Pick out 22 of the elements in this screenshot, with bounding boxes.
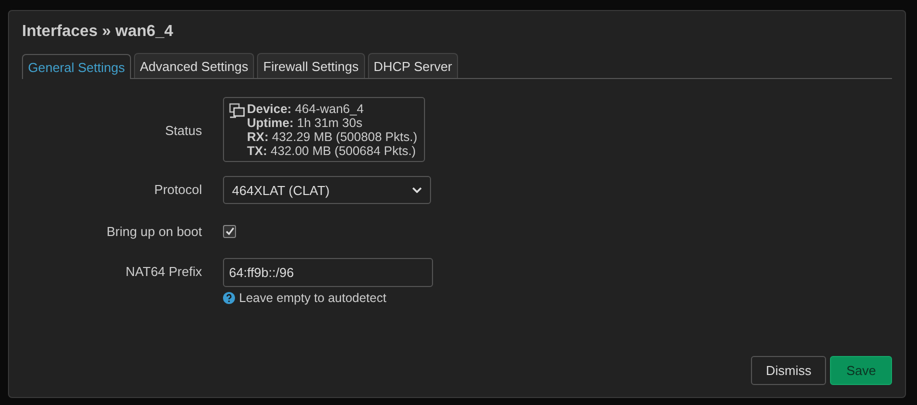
dialog-title: Interfaces » wan6_4: [22, 23, 174, 41]
status-line: Device: 464-wan6_4: [247, 102, 365, 116]
field-label: Bring up on boot: [106, 224, 202, 238]
dialog-button[interactable]: Dismiss: [750, 356, 826, 385]
hint-text: Leave empty to autodetect: [239, 291, 386, 305]
tab[interactable]: Advanced Settings: [134, 53, 254, 78]
status-line: RX: 432.29 MB (500808 Pkts.): [247, 130, 418, 144]
field-label: Protocol: [153, 182, 202, 196]
network-device-icon: [229, 103, 245, 119]
status-line: TX: 432.00 MB (500684 Pkts.): [247, 144, 417, 158]
field-label: NAT64 Prefix: [124, 263, 202, 279]
chevron-down-icon: [412, 187, 422, 193]
protocol-select[interactable]: 464XLAT (CLAT): [223, 176, 431, 204]
tab[interactable]: General Settings: [22, 54, 131, 79]
status-line: Uptime: 1h 31m 30s: [247, 116, 364, 130]
dialog-button[interactable]: Save: [830, 356, 892, 385]
input-field[interactable]: 64:ff9b::/96: [223, 258, 433, 287]
field-label: Status: [164, 122, 202, 138]
checkbox[interactable]: [223, 224, 236, 238]
tab[interactable]: Firewall Settings: [257, 53, 365, 78]
help-icon: [223, 292, 235, 304]
tab[interactable]: DHCP Server: [368, 53, 458, 78]
